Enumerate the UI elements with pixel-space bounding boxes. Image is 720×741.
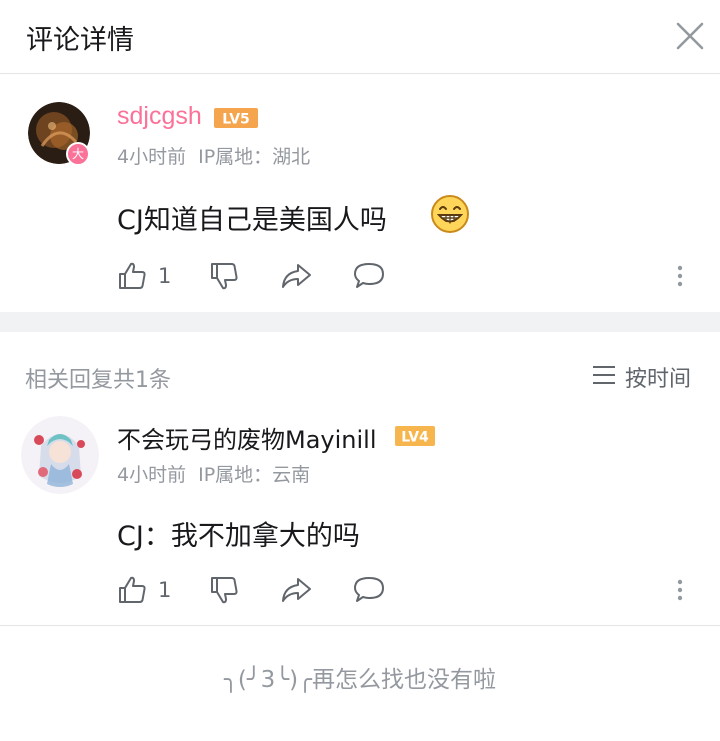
username[interactable]: sdjcgsh (117, 102, 202, 131)
share-arrow-icon (282, 578, 311, 602)
svg-text:LV5: LV5 (222, 112, 250, 128)
page-title: 评论详情 (26, 25, 134, 56)
share-arrow-icon (282, 264, 311, 288)
more-options-button[interactable] (670, 574, 690, 610)
avatar[interactable] (21, 416, 99, 494)
sort-label: 按时间 (625, 367, 692, 392)
like-count: 1 (158, 578, 172, 602)
section-divider (0, 312, 720, 332)
dislike-button[interactable] (208, 574, 240, 610)
level-badge-lv4: LV4 (395, 426, 435, 446)
thumbs-down-icon (211, 577, 238, 604)
like-button[interactable] (116, 574, 148, 610)
thumbs-up-icon (119, 576, 146, 603)
level-badge-lv5: LV5 (214, 108, 258, 128)
comment-actions: 1 (0, 570, 720, 610)
comment-actions: 1 (0, 256, 720, 296)
main-comment: 大 sdjcgsh LV5 4小时前 IP属地：湖北 CJ知道自己是美国人吗 1 (0, 74, 720, 312)
like-count: 1 (158, 264, 172, 288)
comment-bubble-icon (354, 577, 384, 602)
ip-location: IP属地：湖北 (198, 146, 311, 168)
vip-badge: 大 (66, 142, 90, 166)
comment-text: CJ：我不加拿大的吗 (117, 521, 360, 552)
svg-text:LV4: LV4 (401, 430, 429, 446)
reply-comment: 不会玩弓的废物Mayinill LV4 4小时前 IP属地：云南 CJ：我不加拿大… (0, 390, 720, 626)
share-button[interactable] (279, 260, 313, 296)
thumbs-down-icon (211, 263, 238, 290)
ip-location: IP属地：云南 (198, 464, 311, 486)
comment-meta: 4小时前 IP属地：湖北 (117, 142, 310, 169)
reply-button[interactable] (352, 574, 386, 610)
username[interactable]: 不会玩弓的废物Mayinill (117, 420, 377, 455)
share-button[interactable] (279, 574, 313, 610)
close-icon (676, 22, 704, 50)
comment-bubble-icon (354, 263, 384, 288)
comment-time: 4小时前 (117, 464, 187, 486)
more-vertical-icon (677, 265, 683, 287)
reply-button[interactable] (352, 260, 386, 296)
replies-header: 相关回复共1条 按时间 (0, 332, 720, 393)
list-sort-icon (593, 366, 615, 384)
close-button[interactable] (670, 16, 710, 56)
comment-time: 4小时前 (117, 146, 187, 168)
header-bar: 评论详情 (0, 0, 720, 74)
more-options-button[interactable] (670, 260, 690, 296)
thumbs-up-icon (119, 262, 146, 289)
comment-meta: 4小时前 IP属地：云南 (117, 460, 310, 487)
end-of-list-text: ╮(╯3╰)╭再怎么找也没有啦 (224, 667, 496, 693)
grin-emoji-icon (431, 195, 469, 233)
like-button[interactable] (116, 260, 148, 296)
comment-text: CJ知道自己是美国人吗 (117, 205, 387, 236)
more-vertical-icon (677, 579, 683, 601)
dislike-button[interactable] (208, 260, 240, 296)
